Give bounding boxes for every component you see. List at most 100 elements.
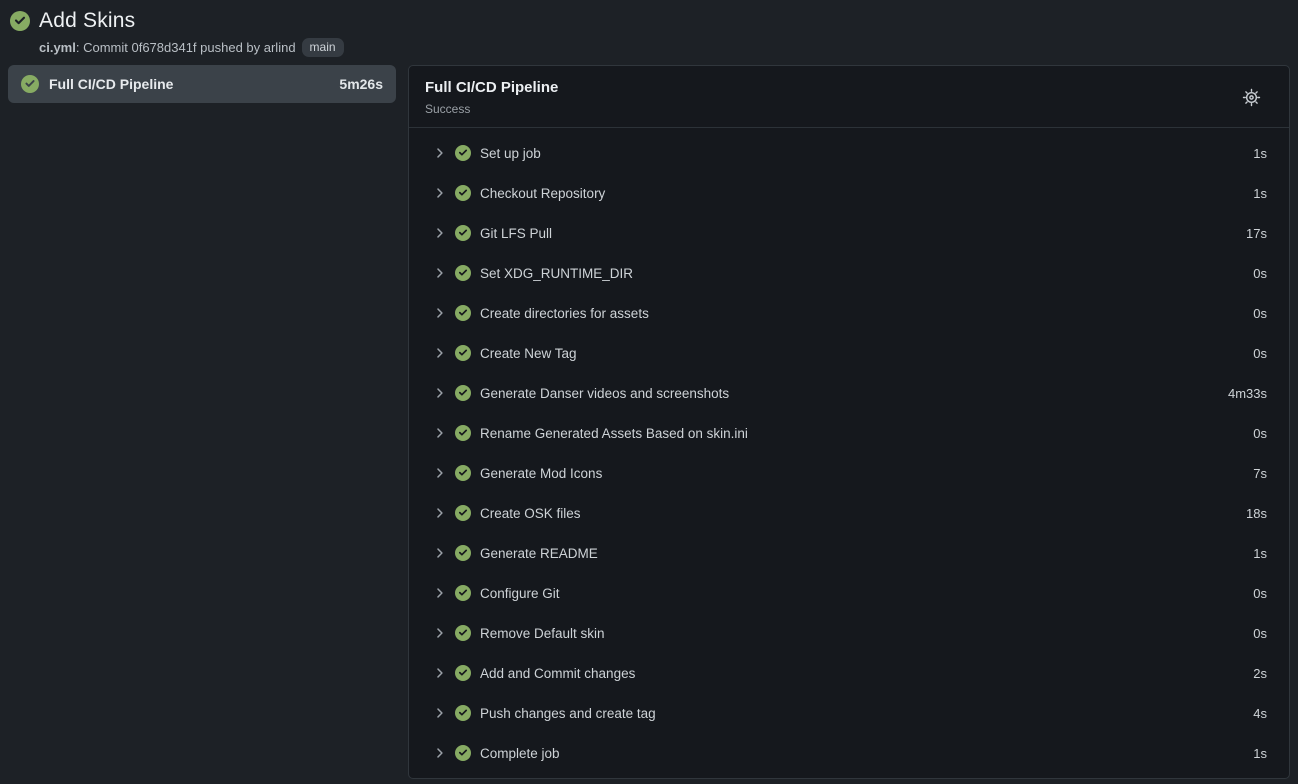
step-duration: 0s [1253, 266, 1267, 281]
page-title: Add Skins [39, 9, 135, 33]
step-row[interactable]: Create OSK files 18s [409, 493, 1289, 533]
run-header: Add Skins ci.yml: Commit 0f678d341f push… [8, 5, 1290, 65]
check-circle-icon [455, 505, 471, 521]
step-row[interactable]: Create New Tag 0s [409, 333, 1289, 373]
check-circle-icon [455, 465, 471, 481]
step-duration: 17s [1246, 226, 1267, 241]
step-row[interactable]: Set XDG_RUNTIME_DIR 0s [409, 253, 1289, 293]
step-duration: 0s [1253, 626, 1267, 641]
step-name: Git LFS Pull [480, 226, 1246, 241]
step-row[interactable]: Configure Git 0s [409, 573, 1289, 613]
step-duration: 0s [1253, 346, 1267, 361]
step-row[interactable]: Create directories for assets 0s [409, 293, 1289, 333]
check-circle-icon [455, 705, 471, 721]
chevron-right-icon[interactable] [433, 426, 447, 440]
step-name: Generate Mod Icons [480, 466, 1253, 481]
step-row[interactable]: Add and Commit changes 2s [409, 653, 1289, 693]
step-row[interactable]: Rename Generated Assets Based on skin.in… [409, 413, 1289, 453]
step-name: Complete job [480, 746, 1253, 761]
step-duration: 1s [1253, 746, 1267, 761]
check-circle-icon [455, 385, 471, 401]
check-circle-icon [455, 585, 471, 601]
check-circle-icon [455, 745, 471, 761]
chevron-right-icon[interactable] [433, 266, 447, 280]
check-circle-icon [455, 145, 471, 161]
run-content: Full CI/CD Pipeline 5m26s Full CI/CD Pip… [8, 65, 1290, 779]
step-row[interactable]: Checkout Repository 1s [409, 173, 1289, 213]
chevron-right-icon[interactable] [433, 346, 447, 360]
step-name: Add and Commit changes [480, 666, 1253, 681]
job-duration: 5m26s [339, 76, 383, 92]
chevron-right-icon[interactable] [433, 746, 447, 760]
step-duration: 0s [1253, 306, 1267, 321]
check-circle-icon [455, 305, 471, 321]
steps-list: Set up job 1s Checkout Repository 1s [409, 128, 1289, 778]
check-circle-icon [455, 425, 471, 441]
chevron-right-icon[interactable] [433, 586, 447, 600]
chevron-right-icon[interactable] [433, 626, 447, 640]
run-subtitle: ci.yml: Commit 0f678d341f pushed by arli… [39, 37, 1288, 57]
chevron-right-icon[interactable] [433, 506, 447, 520]
step-name: Set up job [480, 146, 1253, 161]
workflow-file-name: ci.yml [39, 40, 76, 55]
step-name: Rename Generated Assets Based on skin.in… [480, 426, 1253, 441]
step-row[interactable]: Set up job 1s [409, 133, 1289, 173]
step-row[interactable]: Generate Danser videos and screenshots 4… [409, 373, 1289, 413]
chevron-right-icon[interactable] [433, 146, 447, 160]
step-row[interactable]: Generate README 1s [409, 533, 1289, 573]
check-circle-icon [455, 225, 471, 241]
step-name: Push changes and create tag [480, 706, 1253, 721]
step-duration: 0s [1253, 586, 1267, 601]
check-circle-icon [455, 545, 471, 561]
check-circle-icon [455, 265, 471, 281]
step-duration: 1s [1253, 546, 1267, 561]
step-duration: 18s [1246, 506, 1267, 521]
chevron-right-icon[interactable] [433, 186, 447, 200]
job-settings-button[interactable] [1240, 86, 1263, 109]
step-row[interactable]: Generate Mod Icons 7s [409, 453, 1289, 493]
step-name: Checkout Repository [480, 186, 1253, 201]
chevron-right-icon[interactable] [433, 666, 447, 680]
step-duration: 1s [1253, 186, 1267, 201]
step-duration: 4m33s [1228, 386, 1267, 401]
gear-icon [1242, 88, 1261, 107]
step-duration: 7s [1253, 466, 1267, 481]
step-duration: 4s [1253, 706, 1267, 721]
check-circle-icon [455, 345, 471, 361]
step-name: Create OSK files [480, 506, 1246, 521]
step-duration: 0s [1253, 426, 1267, 441]
step-name: Remove Default skin [480, 626, 1253, 641]
check-circle-icon [455, 625, 471, 641]
job-panel: Full CI/CD Pipeline Success [408, 65, 1290, 779]
check-circle-icon [21, 75, 39, 93]
jobs-sidebar: Full CI/CD Pipeline 5m26s [8, 65, 396, 103]
chevron-right-icon[interactable] [433, 386, 447, 400]
job-panel-header: Full CI/CD Pipeline Success [409, 66, 1289, 128]
job-status-label: Success [425, 101, 558, 117]
commit-text: : Commit 0f678d341f pushed by arlind [76, 40, 296, 55]
chevron-right-icon[interactable] [433, 226, 447, 240]
chevron-right-icon[interactable] [433, 546, 447, 560]
job-name: Full CI/CD Pipeline [49, 76, 329, 92]
step-name: Create directories for assets [480, 306, 1253, 321]
step-row[interactable]: Remove Default skin 0s [409, 613, 1289, 653]
check-circle-icon [455, 185, 471, 201]
step-name: Generate README [480, 546, 1253, 561]
step-row[interactable]: Push changes and create tag 4s [409, 693, 1289, 733]
actions-run-page: Add Skins ci.yml: Commit 0f678d341f push… [0, 0, 1298, 784]
branch-badge[interactable]: main [302, 38, 344, 57]
run-status-check-circle-icon [10, 11, 30, 31]
step-name: Create New Tag [480, 346, 1253, 361]
step-name: Set XDG_RUNTIME_DIR [480, 266, 1253, 281]
job-item[interactable]: Full CI/CD Pipeline 5m26s [8, 65, 396, 103]
step-name: Generate Danser videos and screenshots [480, 386, 1228, 401]
job-title: Full CI/CD Pipeline [425, 77, 558, 98]
chevron-right-icon[interactable] [433, 306, 447, 320]
step-row[interactable]: Complete job 1s [409, 733, 1289, 773]
chevron-right-icon[interactable] [433, 466, 447, 480]
step-name: Configure Git [480, 586, 1253, 601]
step-duration: 1s [1253, 146, 1267, 161]
chevron-right-icon[interactable] [433, 706, 447, 720]
step-row[interactable]: Git LFS Pull 17s [409, 213, 1289, 253]
step-duration: 2s [1253, 666, 1267, 681]
